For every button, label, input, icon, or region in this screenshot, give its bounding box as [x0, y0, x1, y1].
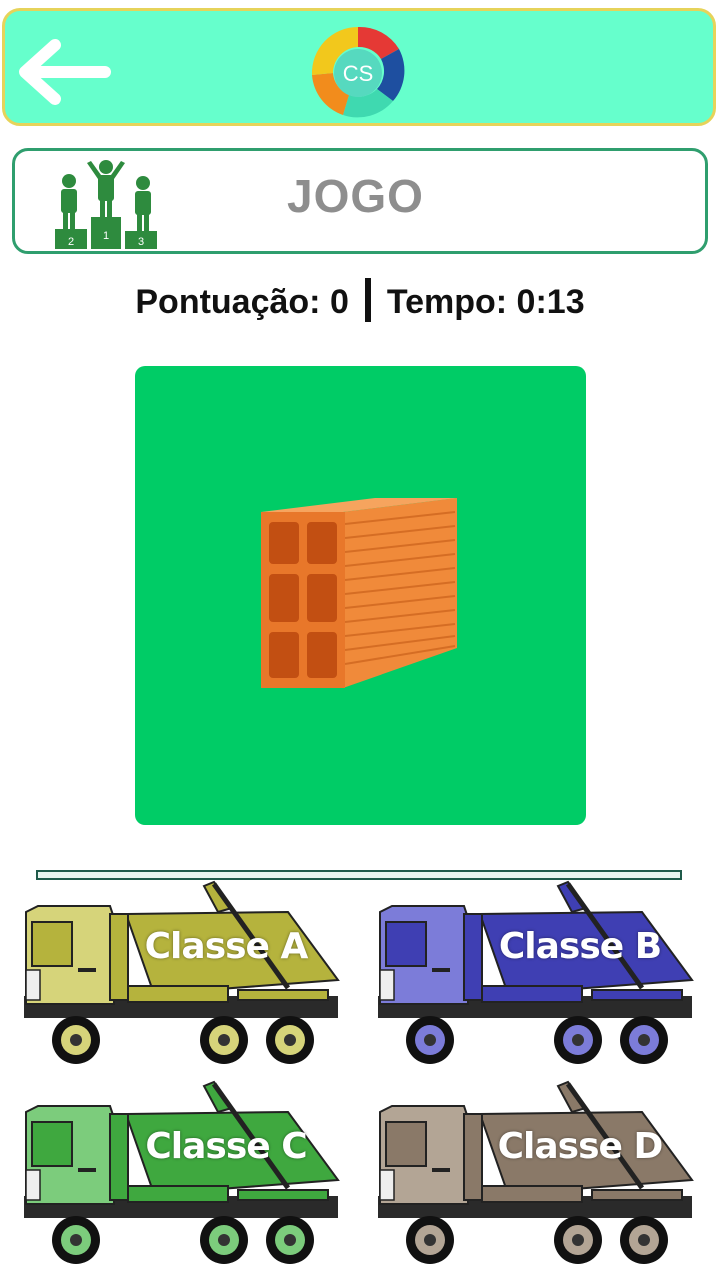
truck-classe-a[interactable]: Classe A	[18, 878, 348, 1068]
app-logo: CS	[293, 19, 423, 123]
app-header: CS	[2, 8, 716, 126]
score-time-line: Pontuação: 0 Tempo: 0:13	[0, 278, 720, 326]
podium-place-1: 1	[103, 230, 109, 242]
podium-place-3: 3	[138, 236, 144, 248]
truck-classe-c[interactable]: Classe C	[18, 1078, 348, 1268]
time-label: Tempo: 0:13	[386, 282, 585, 321]
truck-classe-b[interactable]: Classe B	[372, 878, 702, 1068]
score-label: Pontuação: 0	[135, 282, 349, 321]
game-title: JOGO	[287, 170, 424, 222]
podium-place-2: 2	[68, 236, 74, 248]
podium-icon: 2 1 3	[51, 157, 161, 249]
separator	[364, 278, 371, 322]
truck-label: Classe D	[497, 1126, 664, 1167]
truck-label: Classe B	[498, 926, 662, 967]
logo-text: CS	[343, 61, 374, 86]
brick-image	[255, 494, 467, 694]
truck-label: Classe A	[144, 926, 309, 967]
waste-item-card[interactable]	[135, 366, 586, 825]
truck-classe-d[interactable]: Classe D	[372, 1078, 702, 1268]
truck-label: Classe C	[145, 1126, 307, 1167]
back-arrow-icon[interactable]	[17, 37, 113, 107]
game-banner: 2 1 3 JOGO	[12, 148, 708, 254]
